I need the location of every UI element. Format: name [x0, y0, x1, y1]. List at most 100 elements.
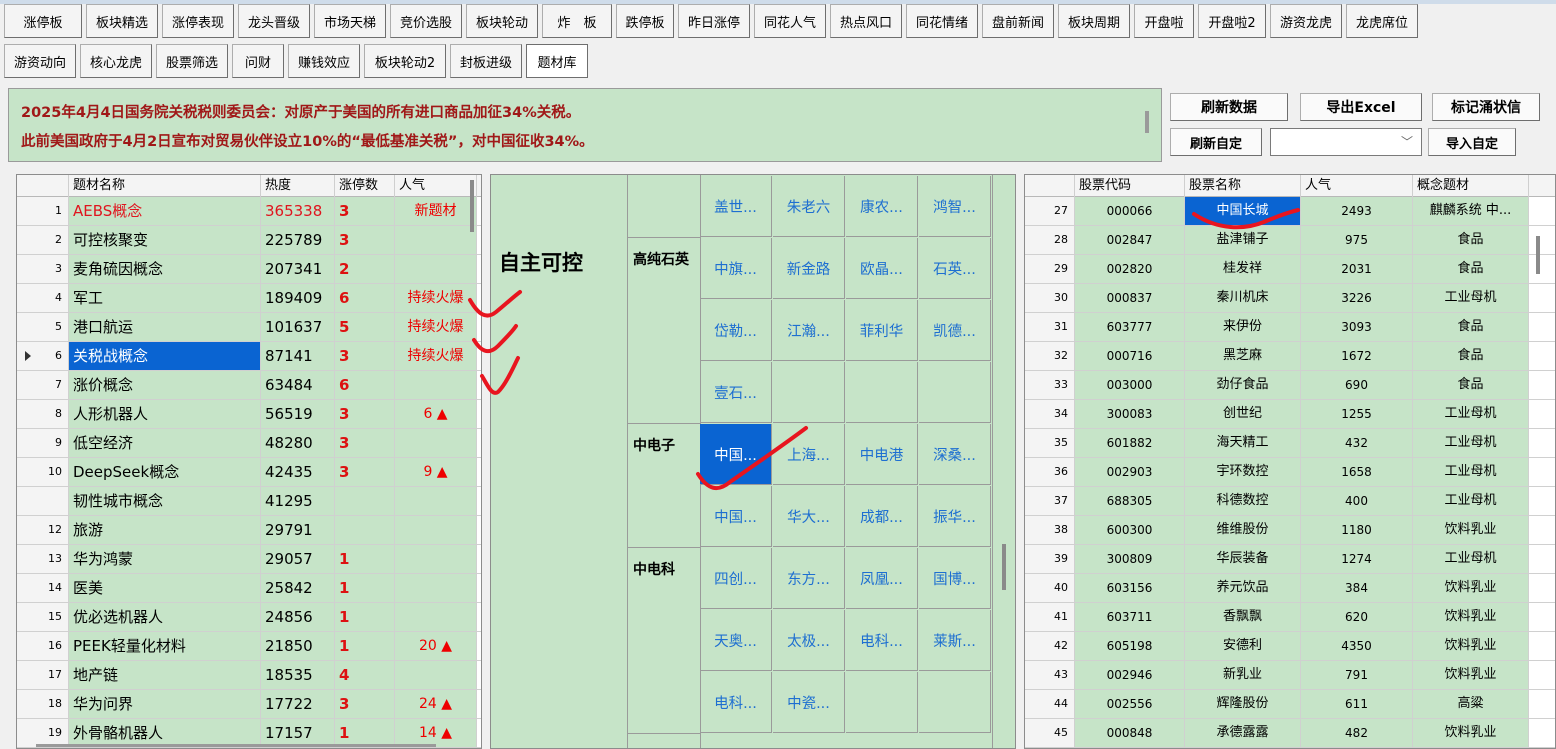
news-scrollbar[interactable]: [1145, 111, 1149, 133]
table-row[interactable]: 33 003000 劲仔食品 690 食品: [1025, 371, 1555, 400]
custom-combo-select[interactable]: ﹀: [1270, 128, 1422, 156]
tab-dragon-seats[interactable]: 龙虎席位: [1346, 4, 1418, 38]
stock-cell[interactable]: 盖世...: [700, 176, 772, 237]
tab-board-promotion[interactable]: 封板进级: [450, 44, 522, 78]
tab-hot-trends[interactable]: 热点风口: [830, 4, 902, 38]
table-row[interactable]: 32 000716 黑芝麻 1672 食品: [1025, 342, 1555, 371]
stock-cell[interactable]: 国博...: [919, 548, 991, 609]
stock-cell[interactable]: 壹石...: [700, 362, 772, 423]
table-row[interactable]: 34 300083 创世纪 1255 工业母机: [1025, 400, 1555, 429]
tab-sector-cycle[interactable]: 板块周期: [1058, 4, 1130, 38]
table-row[interactable]: 28 002847 盐津铺子 975 食品: [1025, 226, 1555, 255]
stock-table-vscroll[interactable]: [1536, 236, 1540, 274]
tab-wencai[interactable]: 问财: [232, 44, 284, 78]
table-row[interactable]: 36 002903 宇环数控 1658 工业母机: [1025, 458, 1555, 487]
stock-cell[interactable]: 菲利华: [846, 300, 918, 361]
tab-yesterday-limit[interactable]: 昨日涨停: [678, 4, 750, 38]
table-row[interactable]: 17 地产链 18535 4: [17, 661, 481, 690]
tab-stock-screener[interactable]: 股票筛选: [156, 44, 228, 78]
table-row[interactable]: 37 688305 科德数控 400 工业母机: [1025, 487, 1555, 516]
table-row[interactable]: 13 华为鸿蒙 29057 1: [17, 545, 481, 574]
stock-cell[interactable]: 四创...: [700, 548, 772, 609]
tab-hot-money-flow[interactable]: 游资动向: [4, 44, 76, 78]
tab-hot-money-dragon[interactable]: 游资龙虎: [1270, 4, 1342, 38]
mark-button[interactable]: 标记涌状信: [1432, 93, 1540, 121]
stock-cell[interactable]: 中电港: [846, 424, 918, 485]
table-row[interactable]: 韧性城市概念 41295: [17, 487, 481, 516]
stock-cell[interactable]: 鸿智...: [919, 176, 991, 237]
tab-kaipanla[interactable]: 开盘啦: [1134, 4, 1194, 38]
stock-cell[interactable]: 凤凰...: [846, 548, 918, 609]
table-row-selected[interactable]: 27 000066 中国长城 2493 麒麟系统 中...: [1025, 197, 1555, 226]
table-row[interactable]: 44 002556 辉隆股份 611 高粱: [1025, 690, 1555, 719]
stock-cell[interactable]: 朱老六: [773, 176, 845, 237]
table-row[interactable]: 8 人形机器人 56519 3 6 ▲: [17, 400, 481, 429]
tab-ths-sentiment[interactable]: 同花情绪: [906, 4, 978, 38]
stock-cell[interactable]: 电科...: [846, 610, 918, 671]
table-row[interactable]: 16 PEEK轻量化材料 21850 1 20 ▲: [17, 632, 481, 661]
stock-cell[interactable]: 中旗...: [700, 238, 772, 299]
header-stock-name[interactable]: 股票名称: [1185, 175, 1301, 197]
table-row[interactable]: 9 低空经济 48280 3: [17, 429, 481, 458]
table-row[interactable]: 41 603711 香飘飘 620 饮料乳业: [1025, 603, 1555, 632]
table-row[interactable]: 43 002946 新乳业 791 饮料乳业: [1025, 661, 1555, 690]
table-row[interactable]: 18 华为问界 17722 3 24 ▲: [17, 690, 481, 719]
tab-kaipanla2[interactable]: 开盘啦2: [1198, 4, 1266, 38]
tab-topic-library[interactable]: 题材库: [526, 44, 588, 78]
table-row[interactable]: 45 000848 承德露露 482 饮料乳业: [1025, 719, 1555, 748]
matrix-vscroll[interactable]: [1002, 544, 1006, 590]
stock-cell[interactable]: 欧晶...: [846, 238, 918, 299]
stock-cell[interactable]: 新金路: [773, 238, 845, 299]
tab-sector-picks[interactable]: 板块精选: [86, 4, 158, 38]
table-row[interactable]: 2 可控核聚变 225789 3: [17, 226, 481, 255]
stock-cell[interactable]: 成都...: [846, 486, 918, 547]
tab-sector-rotation[interactable]: 板块轮动: [466, 4, 538, 38]
stock-cell[interactable]: 石英...: [919, 238, 991, 299]
header-popularity[interactable]: 人气: [1301, 175, 1413, 197]
header-heat[interactable]: 热度: [261, 175, 335, 197]
table-row[interactable]: 39 300809 华辰装备 1274 工业母机: [1025, 545, 1555, 574]
stock-cell[interactable]: 电科...: [700, 672, 772, 733]
tab-limit-up[interactable]: 涨停板: [4, 4, 82, 38]
header-limit-count[interactable]: 涨停数: [335, 175, 395, 197]
tab-limit-down[interactable]: 跌停板: [616, 4, 674, 38]
table-row[interactable]: 5 港口航运 101637 5 持续火爆: [17, 313, 481, 342]
stock-cell[interactable]: 莱斯...: [919, 610, 991, 671]
table-row[interactable]: 14 医美 25842 1: [17, 574, 481, 603]
table-row-selected[interactable]: 6 关税战概念 87141 3 持续火爆: [17, 342, 481, 371]
table-row[interactable]: 1 AEBS概念 365338 3 新题材: [17, 197, 481, 226]
table-row[interactable]: 10 DeepSeek概念 42435 3 9 ▲: [17, 458, 481, 487]
stock-cell[interactable]: 东方...: [773, 548, 845, 609]
tab-premarket-news[interactable]: 盘前新闻: [982, 4, 1054, 38]
table-row[interactable]: 15 优必选机器人 24856 1: [17, 603, 481, 632]
stock-cell[interactable]: 中瓷...: [773, 672, 845, 733]
stock-cell[interactable]: 凯德...: [919, 300, 991, 361]
stock-cell-selected[interactable]: 中国...: [700, 424, 772, 485]
table-row[interactable]: 38 600300 维维股份 1180 饮料乳业: [1025, 516, 1555, 545]
chevron-down-icon[interactable]: ﹀: [1401, 133, 1413, 150]
tab-profit-effect[interactable]: 赚钱效应: [288, 44, 360, 78]
tab-sector-rotation2[interactable]: 板块轮动2: [364, 44, 446, 78]
stock-cell[interactable]: 振华...: [919, 486, 991, 547]
tab-core-dragon[interactable]: 核心龙虎: [80, 44, 152, 78]
tab-auction-picks[interactable]: 竞价选股: [390, 4, 462, 38]
stock-cell[interactable]: 华大...: [773, 486, 845, 547]
tab-limit-performance[interactable]: 涨停表现: [162, 4, 234, 38]
table-row[interactable]: 3 麦角硫因概念 207341 2: [17, 255, 481, 284]
stock-cell[interactable]: 中国...: [700, 486, 772, 547]
topic-table-hscroll[interactable]: [36, 744, 436, 747]
tab-ths-popularity[interactable]: 同花人气: [754, 4, 826, 38]
header-concept[interactable]: 概念题材: [1413, 175, 1529, 197]
table-row[interactable]: 30 000837 秦川机床 3226 工业母机: [1025, 284, 1555, 313]
table-row[interactable]: 40 603156 养元饮品 384 饮料乳业: [1025, 574, 1555, 603]
tab-broken-board[interactable]: 炸 板: [542, 4, 612, 38]
stock-cell[interactable]: 太极...: [773, 610, 845, 671]
header-topic-name[interactable]: 题材名称: [69, 175, 261, 197]
table-row[interactable]: 42 605198 安德利 4350 饮料乳业: [1025, 632, 1555, 661]
table-row[interactable]: 7 涨价概念 63484 6: [17, 371, 481, 400]
table-row[interactable]: 35 601882 海天精工 432 工业母机: [1025, 429, 1555, 458]
stock-cell[interactable]: 天奥...: [700, 610, 772, 671]
refresh-data-button[interactable]: 刷新数据: [1170, 93, 1288, 121]
header-stock-code[interactable]: 股票代码: [1075, 175, 1185, 197]
header-popularity[interactable]: 人气: [395, 175, 477, 197]
